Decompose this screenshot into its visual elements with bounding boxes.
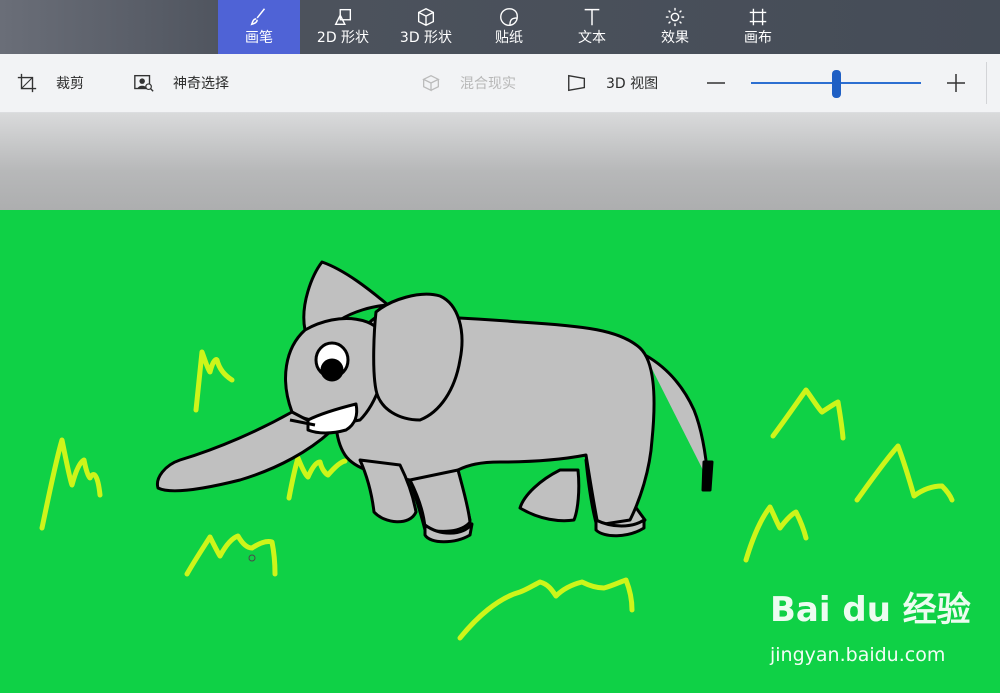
zoom-slider-thumb[interactable]	[831, 70, 841, 98]
tab-stickers[interactable]: 贴纸	[468, 0, 550, 54]
tab-label: 画笔	[245, 30, 273, 46]
grass-stroke	[770, 387, 846, 441]
view-3d-icon	[568, 74, 586, 92]
canvas-icon	[749, 8, 767, 26]
crop-button[interactable]: 裁剪	[16, 54, 84, 112]
grass-stroke	[743, 504, 809, 563]
tab-label: 2D 形状	[316, 30, 370, 46]
zoom-in-icon[interactable]	[945, 71, 967, 95]
tab-brushes[interactable]: 画笔	[218, 0, 300, 54]
view-3d-label: 3D 视图	[606, 76, 659, 92]
shapes-2d-icon	[334, 8, 352, 26]
top-tab-bar: 画笔 2D 形状 3D 形状 贴纸 文本 效果 画布	[0, 0, 1000, 54]
sun-effects-icon	[665, 7, 685, 27]
tab-3d-shapes[interactable]: 3D 形状	[385, 0, 467, 54]
tab-effects[interactable]: 效果	[634, 0, 716, 54]
tab-label: 贴纸	[495, 30, 523, 46]
magic-select-icon	[134, 74, 154, 92]
elephant-back-leg	[518, 468, 581, 523]
crop-label: 裁剪	[56, 76, 84, 92]
crop-icon	[17, 73, 37, 93]
workspace-background	[0, 113, 1000, 210]
grass-stroke	[457, 577, 635, 641]
tab-canvas[interactable]: 画布	[717, 0, 799, 54]
elephant-tail-tuft	[701, 460, 714, 492]
brush-icon	[250, 8, 266, 26]
tab-text[interactable]: 文本	[551, 0, 633, 54]
tab-label: 效果	[661, 30, 689, 46]
magic-select-label: 神奇选择	[173, 76, 229, 92]
tab-label: 画布	[744, 30, 772, 46]
grass-stroke	[854, 443, 955, 503]
tab-2d-shapes[interactable]: 2D 形状	[302, 0, 384, 54]
elephant-drawing	[155, 260, 714, 544]
view-3d-button[interactable]: 3D 视图	[566, 54, 658, 112]
sticker-icon	[500, 8, 518, 26]
title-area	[0, 0, 218, 54]
mixed-reality-label: 混合现实	[460, 76, 516, 92]
baidu-watermark-url: jingyan.baidu.com	[770, 644, 946, 666]
magic-select-button[interactable]: 神奇选择	[133, 54, 229, 112]
mixed-reality-icon	[422, 74, 440, 92]
elephant-front-leg	[408, 468, 472, 533]
baidu-watermark-logo: Bai du 经验	[770, 590, 971, 630]
tab-label: 3D 形状	[399, 30, 453, 46]
grass-stroke	[286, 455, 348, 501]
grass-stroke	[184, 533, 278, 577]
text-icon	[584, 8, 600, 26]
toolbar-divider	[986, 62, 987, 104]
cube-icon	[417, 7, 435, 27]
mixed-reality-button[interactable]: 混合现实	[420, 54, 516, 112]
grass-stroke	[193, 349, 235, 413]
zoom-out-icon[interactable]	[705, 71, 727, 95]
elephant-eye-pupil	[320, 358, 344, 382]
tab-label: 文本	[578, 30, 606, 46]
grass-stroke	[39, 437, 103, 531]
cursor-indicator	[248, 554, 256, 562]
